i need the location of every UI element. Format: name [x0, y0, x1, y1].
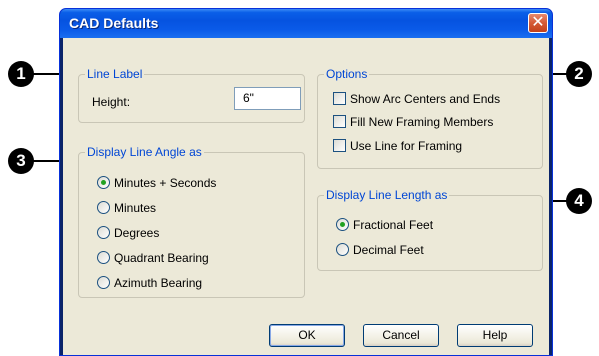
cad-defaults-dialog: CAD Defaults ✕ Line Label Height: 6" Opt…	[59, 8, 553, 356]
label-minutes-seconds[interactable]: Minutes + Seconds	[114, 176, 216, 190]
label-quadrant-bearing[interactable]: Quadrant Bearing	[114, 251, 209, 265]
label-minutes[interactable]: Minutes	[114, 201, 156, 215]
label-azimuth-bearing[interactable]: Azimuth Bearing	[114, 276, 202, 290]
callout-2: 2	[566, 61, 592, 87]
dialog-body: Line Label Height: 6" Options Show Arc C…	[63, 38, 549, 355]
show-arc-centers-checkbox[interactable]	[333, 92, 346, 105]
radio-decimal-feet[interactable]	[336, 243, 349, 256]
height-input[interactable]: 6"	[234, 87, 301, 110]
close-icon: ✕	[531, 14, 545, 31]
cancel-button[interactable]: Cancel	[363, 324, 439, 347]
radio-quadrant-bearing[interactable]	[97, 251, 110, 264]
height-label: Height:	[92, 95, 131, 109]
use-line-framing-label[interactable]: Use Line for Framing	[350, 139, 462, 153]
line-label-group: Line Label Height: 6"	[78, 67, 305, 123]
label-decimal-feet[interactable]: Decimal Feet	[353, 243, 424, 257]
ok-button[interactable]: OK	[269, 324, 345, 347]
radio-fractional-feet[interactable]	[336, 218, 349, 231]
radio-degrees[interactable]	[97, 226, 110, 239]
close-button[interactable]: ✕	[528, 13, 548, 33]
line-angle-legend: Display Line Angle as	[85, 145, 204, 159]
show-arc-centers-label[interactable]: Show Arc Centers and Ends	[350, 92, 500, 106]
use-line-framing-checkbox[interactable]	[333, 139, 346, 152]
callout-1: 1	[8, 61, 34, 87]
options-legend: Options	[324, 67, 370, 81]
callout-3: 3	[8, 148, 34, 174]
label-degrees[interactable]: Degrees	[114, 226, 159, 240]
line-length-group: Display Line Length as Fractional Feet D…	[317, 188, 543, 271]
title-bar[interactable]: CAD Defaults ✕	[60, 9, 552, 38]
dialog-title: CAD Defaults	[69, 15, 159, 31]
line-label-legend: Line Label	[85, 67, 145, 81]
label-fractional-feet[interactable]: Fractional Feet	[353, 218, 433, 232]
radio-minutes[interactable]	[97, 201, 110, 214]
fill-framing-checkbox[interactable]	[333, 115, 346, 128]
help-button[interactable]: Help	[457, 324, 533, 347]
line-angle-group: Display Line Angle as Minutes + Seconds …	[78, 145, 305, 298]
callout-4: 4	[566, 188, 592, 214]
radio-azimuth-bearing[interactable]	[97, 276, 110, 289]
radio-minutes-seconds[interactable]	[97, 176, 110, 189]
options-group: Options Show Arc Centers and Ends Fill N…	[317, 67, 543, 169]
line-length-legend: Display Line Length as	[324, 188, 450, 202]
fill-framing-label[interactable]: Fill New Framing Members	[350, 115, 493, 129]
